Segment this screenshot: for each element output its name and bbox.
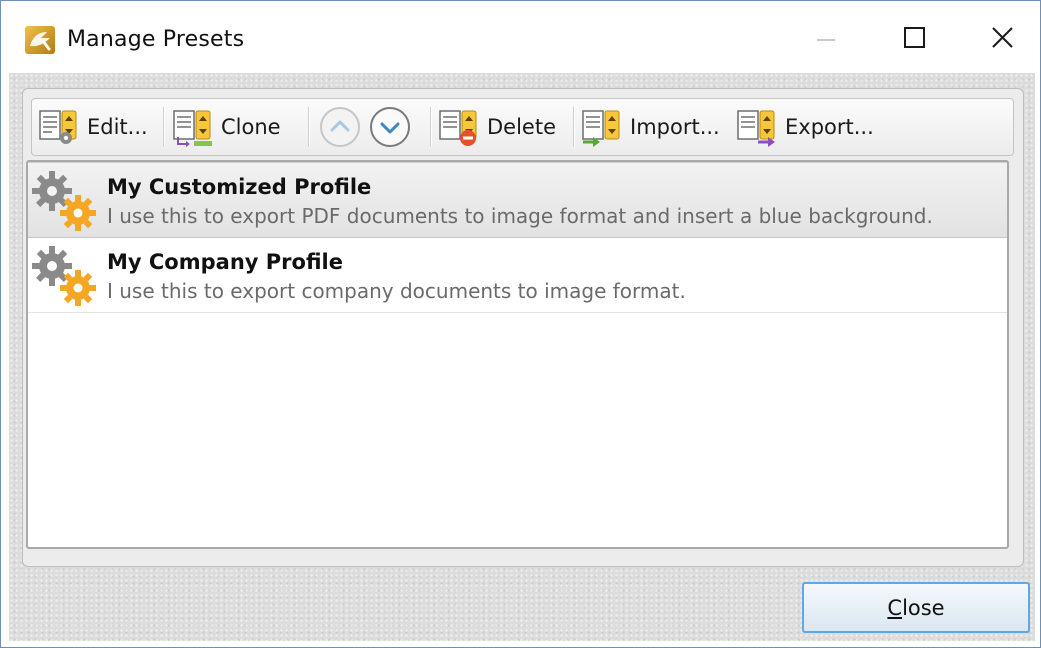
preset-title: My Customized Profile [107, 175, 372, 199]
close-icon [992, 27, 1013, 48]
presets-panel: Edit... Clone Delete Import... Export...… [22, 88, 1024, 567]
import-preset-icon [582, 110, 620, 147]
delete-button[interactable]: Delete [438, 105, 556, 149]
edit-preset-icon [39, 110, 77, 144]
gears-icon [32, 246, 96, 306]
maximize-button[interactable] [885, 15, 943, 61]
close-button[interactable]: Close [802, 582, 1030, 633]
minimize-icon [817, 39, 835, 41]
export-label: Export... [785, 115, 874, 139]
list-item[interactable]: My Company Profile I use this to export … [28, 238, 1007, 313]
move-up-button[interactable] [318, 105, 362, 149]
export-button[interactable]: Export... [736, 105, 874, 149]
preset-description: I use this to export PDF documents to im… [107, 204, 933, 228]
delete-preset-icon [439, 110, 477, 146]
toolbar-separator [430, 107, 431, 147]
dialog-body: Edit... Clone Delete Import... Export...… [9, 73, 1035, 641]
export-preset-icon [737, 110, 775, 147]
import-label: Import... [630, 115, 720, 139]
edit-label: Edit... [87, 115, 148, 139]
app-logo-icon [25, 26, 55, 54]
move-down-button[interactable] [368, 105, 412, 149]
window-title: Manage Presets [67, 27, 245, 52]
clone-preset-icon [173, 110, 212, 147]
preset-description: I use this to export company documents t… [107, 279, 686, 303]
presets-list[interactable]: My Customized Profile I use this to expo… [26, 160, 1009, 549]
manage-presets-window: Manage Presets Edit... Clone Delete Impo… [0, 0, 1041, 648]
delete-label: Delete [487, 115, 556, 139]
edit-button[interactable]: Edit... [38, 105, 148, 149]
presets-toolbar: Edit... Clone Delete Import... Export... [31, 98, 1014, 156]
close-window-button[interactable] [973, 15, 1031, 61]
gears-icon [32, 171, 96, 231]
preset-title: My Company Profile [107, 250, 343, 274]
maximize-icon [904, 27, 925, 48]
chevron-down-circle-icon [370, 107, 410, 147]
chevron-up-circle-icon [320, 107, 360, 147]
list-item[interactable]: My Customized Profile I use this to expo… [28, 162, 1007, 238]
close-label: lose [902, 595, 945, 620]
title-bar[interactable]: Manage Presets [1, 1, 1040, 73]
toolbar-separator [573, 107, 574, 147]
import-button[interactable]: Import... [581, 105, 720, 149]
close-mnemonic: C [887, 595, 903, 620]
minimize-button[interactable] [797, 15, 855, 61]
toolbar-separator [163, 107, 164, 147]
toolbar-separator [308, 107, 309, 147]
clone-label: Clone [221, 115, 281, 139]
clone-button[interactable]: Clone [172, 105, 281, 149]
